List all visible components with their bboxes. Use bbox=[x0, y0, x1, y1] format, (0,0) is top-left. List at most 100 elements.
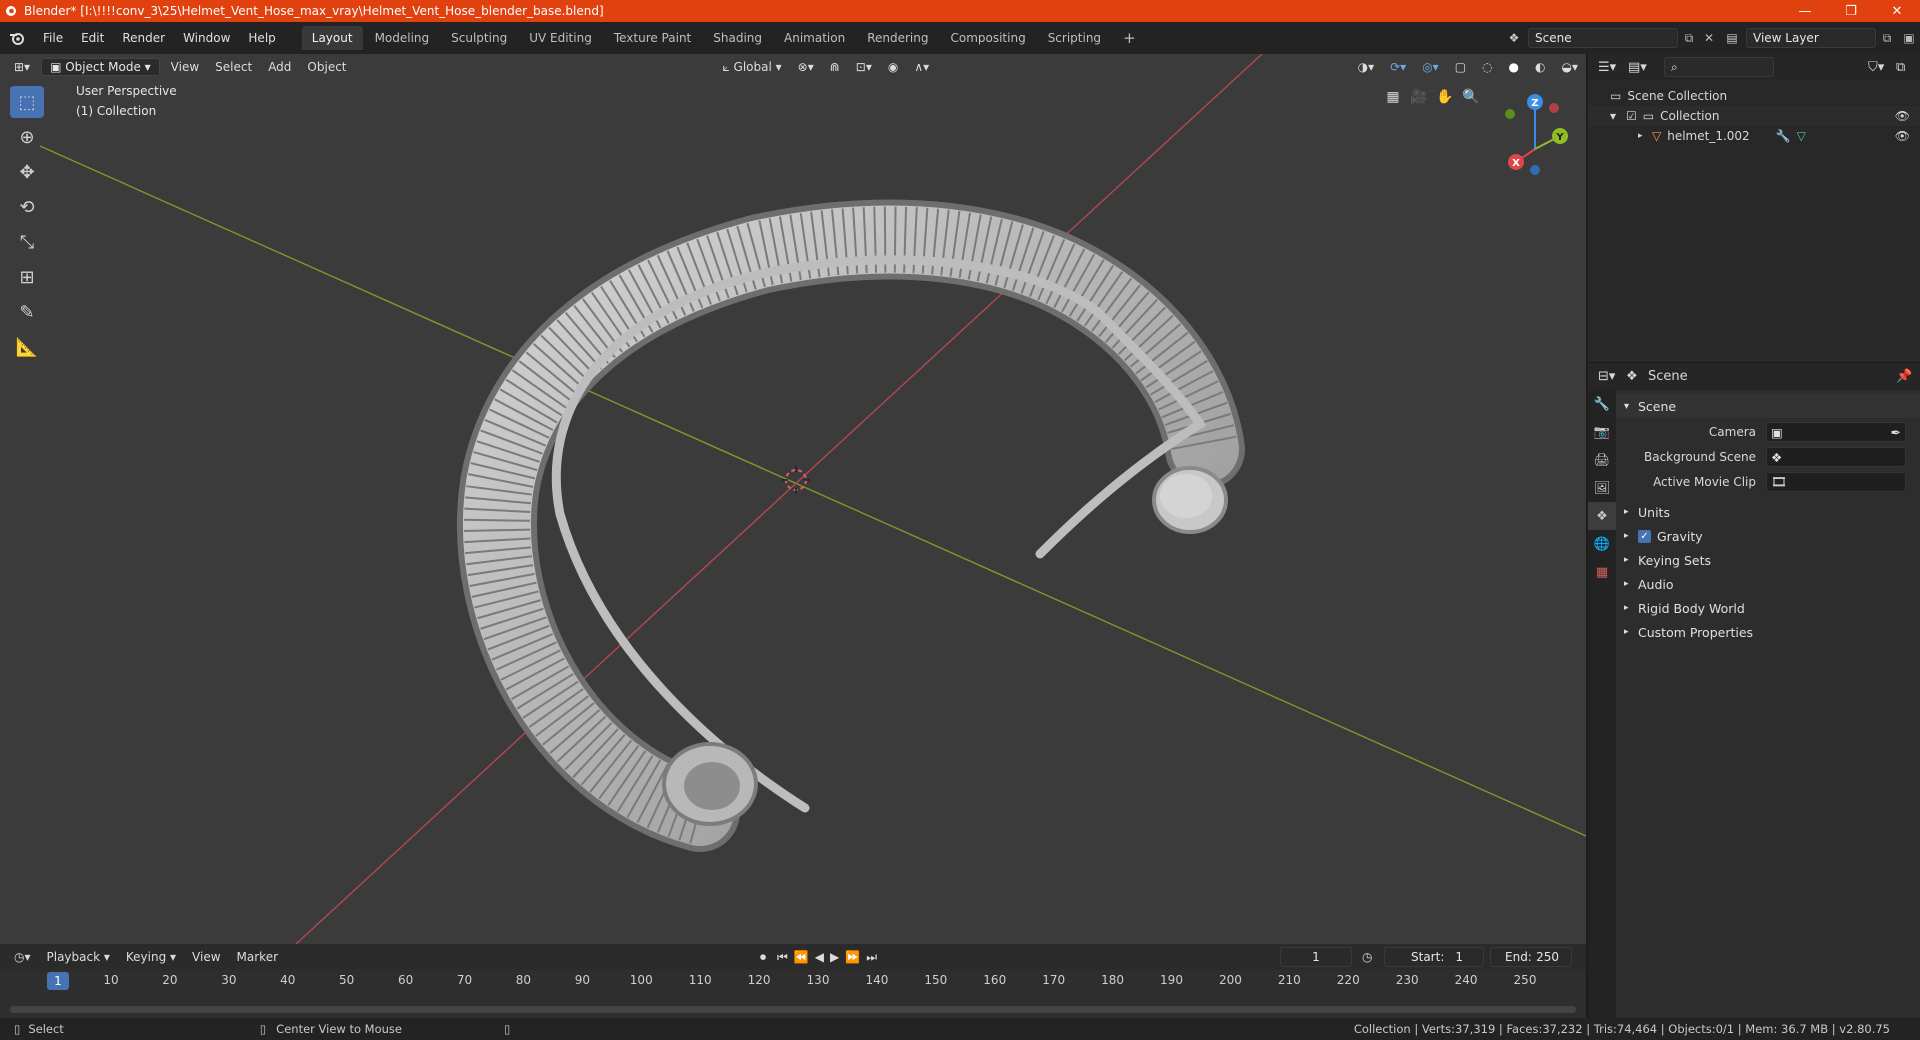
material-shading-icon[interactable]: ◐ bbox=[1527, 58, 1553, 76]
camera-view-icon[interactable]: 🎥 bbox=[1406, 84, 1432, 110]
gizmo-neg-x-icon[interactable] bbox=[1549, 103, 1559, 113]
output-tab-icon[interactable]: 🖨 bbox=[1588, 446, 1616, 474]
play-reverse-icon[interactable]: ◀ bbox=[812, 948, 827, 966]
tab-sculpting[interactable]: Sculpting bbox=[441, 26, 517, 50]
tool-tab-icon[interactable]: 🔧 bbox=[1588, 390, 1616, 418]
preview-range-clock-icon[interactable]: ◷ bbox=[1362, 950, 1384, 964]
viewport-canvas[interactable]: Z Y X bbox=[0, 54, 1586, 944]
filter-icon[interactable]: ⛉▾ bbox=[1868, 60, 1896, 75]
jump-prev-keyframe-icon[interactable]: ⏪ bbox=[791, 948, 812, 966]
play-icon[interactable]: ▶ bbox=[827, 948, 842, 966]
new-collection-icon[interactable]: ⧉ bbox=[1896, 60, 1920, 75]
world-tab-icon[interactable]: 🌐 bbox=[1588, 530, 1616, 558]
viewport-menu-object[interactable]: Object bbox=[299, 58, 354, 76]
object-visibility-eye-icon[interactable]: 👁 bbox=[1895, 129, 1910, 143]
snap-target-icon[interactable]: ⊡▾ bbox=[848, 58, 880, 76]
collection-checkbox-icon[interactable]: ☑ bbox=[1626, 109, 1637, 123]
tab-rendering[interactable]: Rendering bbox=[857, 26, 938, 50]
object-expand-icon[interactable]: ▸ bbox=[1638, 131, 1652, 141]
visibility-icon[interactable]: ◑▾ bbox=[1350, 58, 1383, 76]
menu-help[interactable]: Help bbox=[239, 31, 284, 45]
falloff-icon[interactable]: ∧▾ bbox=[906, 58, 937, 76]
audio-panel-header[interactable]: ▸ Audio bbox=[1616, 572, 1920, 596]
tab-texture-paint[interactable]: Texture Paint bbox=[604, 26, 701, 50]
wireframe-shading-icon[interactable]: ◌ bbox=[1474, 58, 1500, 76]
pin-icon[interactable]: 📌 bbox=[1896, 369, 1920, 384]
view-layer-field[interactable]: View Layer bbox=[1746, 28, 1876, 48]
current-frame-field[interactable]: 1 bbox=[1280, 947, 1352, 967]
timeline-editor-type-icon[interactable]: ◷▾ bbox=[6, 948, 39, 966]
solid-shading-icon[interactable]: ● bbox=[1501, 58, 1527, 76]
timeline-menu-marker[interactable]: Marker bbox=[229, 948, 286, 966]
new-viewlayer-icon[interactable]: ⧉ bbox=[1876, 31, 1898, 46]
mode-selector[interactable]: ▣ Object Mode ▾ bbox=[41, 58, 160, 76]
scale-tool-icon[interactable]: ⤡ bbox=[10, 226, 44, 258]
timeline-ruler[interactable]: 1 10 20 30 40 50 60 70 80 90 100 110 120 130 140 150 160… bbox=[0, 970, 1586, 992]
scene-field[interactable]: Scene bbox=[1528, 28, 1678, 48]
menu-render[interactable]: Render bbox=[113, 31, 174, 45]
rendered-shading-icon[interactable]: ◒▾ bbox=[1554, 58, 1587, 76]
active-movie-clip-field[interactable]: 🎞 bbox=[1766, 472, 1906, 492]
tab-animation[interactable]: Animation bbox=[774, 26, 855, 50]
timeline-scrollbar[interactable] bbox=[10, 1006, 1576, 1013]
jump-next-keyframe-icon[interactable]: ⏩ bbox=[842, 948, 863, 966]
display-mode-icon[interactable]: ▤▾ bbox=[1628, 60, 1664, 75]
scene-panel-header[interactable]: ▾ Scene bbox=[1616, 394, 1920, 418]
menu-file[interactable]: File bbox=[34, 31, 72, 45]
pivot-point-icon[interactable]: ⊗▾ bbox=[790, 58, 822, 76]
delete-viewlayer-icon[interactable]: ▣ bbox=[1898, 31, 1920, 45]
delete-scene-icon[interactable]: ✕ bbox=[1700, 31, 1718, 45]
add-workspace-button[interactable]: + bbox=[1113, 24, 1146, 52]
menu-edit[interactable]: Edit bbox=[72, 31, 113, 45]
cursor-tool-icon[interactable]: ⊕ bbox=[10, 121, 44, 153]
camera-field[interactable]: ▣ ✒ bbox=[1766, 422, 1906, 442]
tab-shading[interactable]: Shading bbox=[703, 26, 772, 50]
expand-collection-icon[interactable]: ▾ bbox=[1610, 109, 1626, 123]
tab-uv-editing[interactable]: UV Editing bbox=[519, 26, 602, 50]
viewport-menu-add[interactable]: Add bbox=[260, 58, 299, 76]
start-frame-field[interactable]: Start: 1 bbox=[1384, 947, 1484, 967]
custom-properties-panel-header[interactable]: ▸ Custom Properties bbox=[1616, 620, 1920, 644]
toggle-camera-view-grid-icon[interactable]: ▦ bbox=[1380, 84, 1406, 110]
xray-icon[interactable]: ▢ bbox=[1447, 58, 1474, 76]
outliner-object-row[interactable]: ▸ ▽ helmet_1.002 🔧 ▽ 👁 bbox=[1588, 126, 1920, 146]
scene-selector-icon[interactable]: ❖ bbox=[1500, 31, 1528, 45]
close-button[interactable]: ✕ bbox=[1874, 4, 1920, 19]
end-frame-field[interactable]: End: 250 bbox=[1490, 947, 1572, 967]
3d-viewport[interactable]: Z Y X ⊞▾ ▣ Object Mode ▾ View Select Add… bbox=[0, 54, 1586, 944]
transform-tool-icon[interactable]: ⊞ bbox=[10, 261, 44, 293]
timeline-current-frame-indicator[interactable]: 1 bbox=[47, 972, 69, 990]
transform-orientation-dropdown[interactable]: ⟀ Global ▾ bbox=[715, 58, 790, 77]
gizmo-neg-y-icon[interactable] bbox=[1505, 109, 1515, 119]
jump-end-icon[interactable]: ⏭ bbox=[863, 948, 880, 967]
gizmo-toggle-icon[interactable]: ⟳▾ bbox=[1382, 58, 1414, 76]
minimize-button[interactable]: — bbox=[1782, 4, 1828, 19]
render-tab-icon[interactable]: 📷 bbox=[1588, 418, 1616, 446]
background-scene-field[interactable]: ❖ bbox=[1766, 447, 1906, 467]
overlays-icon[interactable]: ◎▾ bbox=[1414, 58, 1447, 76]
editor-type-icon[interactable]: ⊞▾ bbox=[6, 58, 38, 76]
outliner-editor-type-icon[interactable]: ☰▾ bbox=[1598, 60, 1628, 75]
scene-tab-icon[interactable]: ❖ bbox=[1588, 502, 1616, 530]
view-layer-tab-icon[interactable]: 🖼 bbox=[1588, 474, 1616, 502]
modifier-wrench-icon[interactable]: 🔧 bbox=[1776, 129, 1791, 143]
gizmo-neg-z-icon[interactable] bbox=[1530, 165, 1540, 175]
keying-sets-panel-header[interactable]: ▸ Keying Sets bbox=[1616, 548, 1920, 572]
tab-layout[interactable]: Layout bbox=[301, 26, 363, 50]
annotate-tool-icon[interactable]: ✎ bbox=[10, 296, 44, 328]
new-scene-icon[interactable]: ⧉ bbox=[1678, 31, 1700, 46]
tab-compositing[interactable]: Compositing bbox=[940, 26, 1035, 50]
mesh-data-icon[interactable]: ▽ bbox=[1797, 129, 1806, 143]
jump-start-icon[interactable]: ⏮ bbox=[774, 948, 791, 967]
record-icon[interactable]: ⏺ bbox=[752, 948, 774, 967]
rotate-tool-icon[interactable]: ⟲ bbox=[10, 191, 44, 223]
blender-menu-icon[interactable] bbox=[0, 31, 34, 45]
units-panel-header[interactable]: ▸ Units bbox=[1616, 500, 1920, 524]
viewport-menu-view[interactable]: View bbox=[163, 58, 207, 76]
select-box-tool-icon[interactable]: ⬚ bbox=[10, 86, 44, 118]
timeline-menu-playback[interactable]: Playback ▾ bbox=[39, 948, 118, 966]
move-tool-icon[interactable]: ✥ bbox=[10, 156, 44, 188]
tab-modeling[interactable]: Modeling bbox=[365, 26, 440, 50]
menu-window[interactable]: Window bbox=[174, 31, 239, 45]
tab-scripting[interactable]: Scripting bbox=[1038, 26, 1111, 50]
